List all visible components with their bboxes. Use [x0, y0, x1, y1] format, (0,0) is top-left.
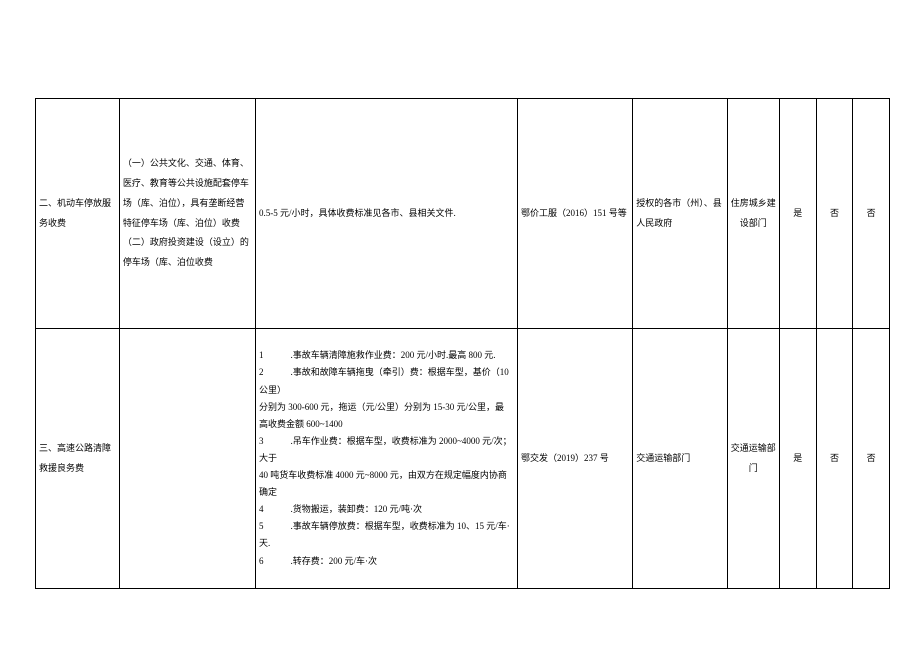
flag1: 是	[783, 204, 813, 224]
item-scope: （一）公共文化、交通、体育、医疗、教育等公共设施配套停车场（库、泊位），具有垄断…	[123, 154, 252, 273]
dept-cell: 住房城乡建设部门	[727, 99, 779, 329]
flag3: 否	[856, 204, 886, 224]
flag3-cell: 否	[853, 99, 890, 329]
fee-standard-cell: 1 .事故车辆清障施救作业费：200 元/小时.最高 800 元. 2 .事故和…	[256, 329, 518, 589]
flag3-cell: 否	[853, 329, 890, 589]
dept: 住房城乡建设部门	[731, 194, 776, 234]
authority-cell: 授权的各市（州）、县人民政府	[633, 99, 727, 329]
item-name-cell: 三、高速公路清障救援良务费	[36, 329, 120, 589]
item-scope-cell	[119, 329, 255, 589]
table-row: 三、高速公路清障救援良务费 1 .事故车辆清障施救作业费：200 元/小时.最高…	[36, 329, 890, 589]
flag1-cell: 是	[779, 329, 816, 589]
flag2-cell: 否	[816, 329, 853, 589]
authority: 交通运输部门	[636, 449, 723, 469]
page-container: 二、机动车停放服务收费 （一）公共文化、交通、体育、医疗、教育等公共设施配套停车…	[0, 0, 920, 651]
doc-ref-cell: 鄂价工服（2016）151 号等	[518, 99, 633, 329]
authority: 授权的各市（州）、县人民政府	[636, 194, 723, 234]
flag2-cell: 否	[816, 99, 853, 329]
item-name: 三、高速公路清障救援良务费	[39, 439, 116, 479]
dept-cell: 交通运输部门	[727, 329, 779, 589]
item-name: 二、机动车停放服务收费	[39, 194, 116, 234]
doc-ref-cell: 鄂交发（2019）237 号	[518, 329, 633, 589]
fee-standard: 1 .事故车辆清障施救作业费：200 元/小时.最高 800 元. 2 .事故和…	[259, 347, 514, 569]
flag2: 否	[820, 449, 850, 469]
flag2: 否	[820, 204, 850, 224]
fee-standard-cell: 0.5-5 元/小时，具体收费标准见各市、县相关文件.	[256, 99, 518, 329]
pricing-table: 二、机动车停放服务收费 （一）公共文化、交通、体育、医疗、教育等公共设施配套停车…	[35, 98, 890, 589]
flag1: 是	[783, 449, 813, 469]
flag3: 否	[856, 449, 886, 469]
table-row: 二、机动车停放服务收费 （一）公共文化、交通、体育、医疗、教育等公共设施配套停车…	[36, 99, 890, 329]
fee-standard: 0.5-5 元/小时，具体收费标准见各市、县相关文件.	[259, 204, 514, 224]
dept: 交通运输部门	[731, 439, 776, 479]
doc-ref: 鄂交发（2019）237 号	[521, 449, 629, 469]
authority-cell: 交通运输部门	[633, 329, 727, 589]
flag1-cell: 是	[779, 99, 816, 329]
item-name-cell: 二、机动车停放服务收费	[36, 99, 120, 329]
item-scope-cell: （一）公共文化、交通、体育、医疗、教育等公共设施配套停车场（库、泊位），具有垄断…	[119, 99, 255, 329]
doc-ref: 鄂价工服（2016）151 号等	[521, 204, 629, 224]
